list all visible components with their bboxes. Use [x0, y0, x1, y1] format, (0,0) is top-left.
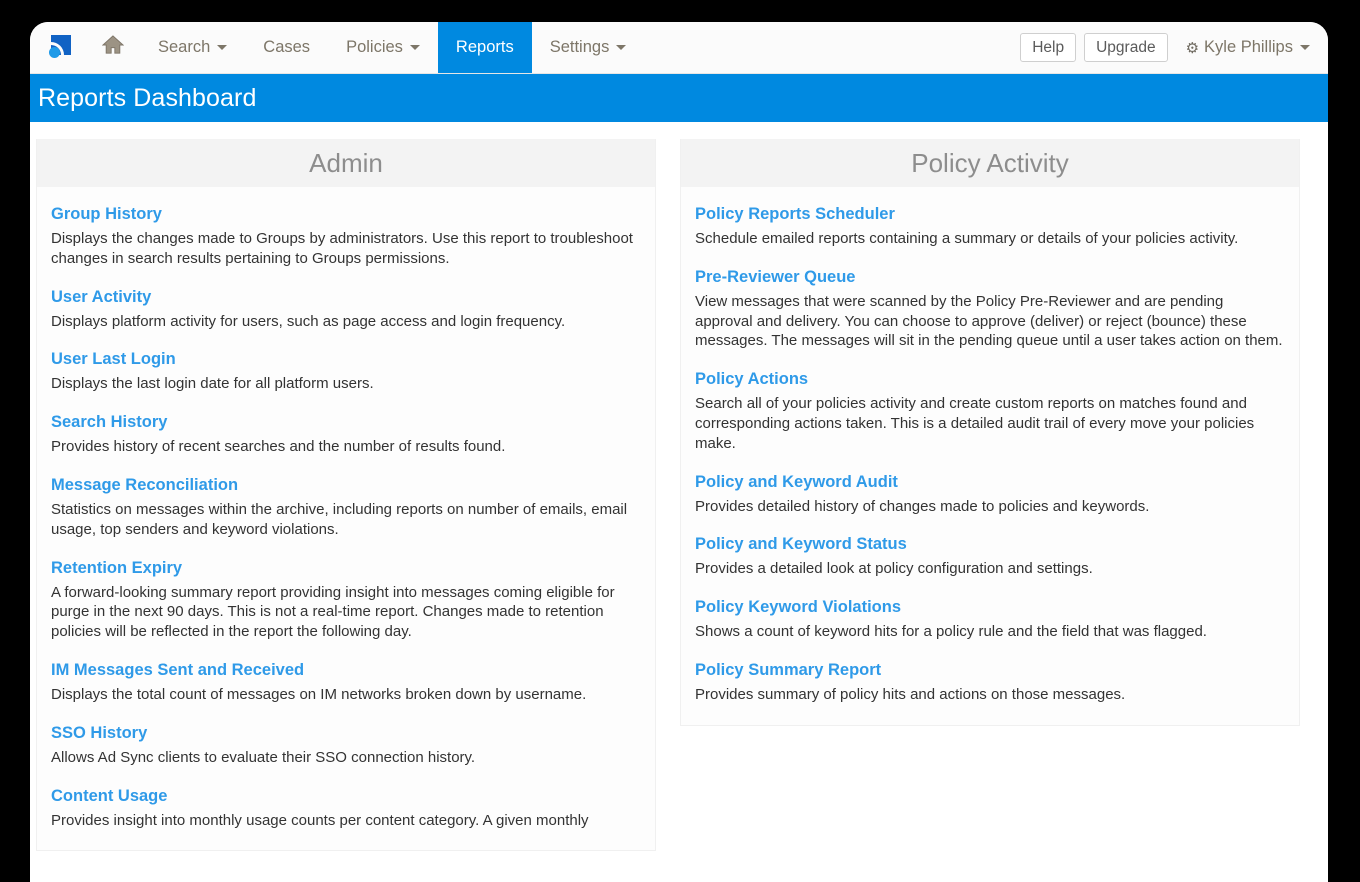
list-item: Policy and Keyword Audit Provides detail…: [695, 473, 1283, 517]
report-link-content-usage[interactable]: Content Usage: [51, 787, 639, 806]
report-description: Displays the total count of messages on …: [51, 685, 587, 703]
nav-home-button[interactable]: [86, 22, 140, 73]
user-menu[interactable]: ⚙ Kyle Phillips: [1186, 38, 1310, 57]
list-item: User Activity Displays platform activity…: [51, 288, 639, 332]
chevron-down-icon: [409, 45, 420, 50]
policy-activity-panel: Policy Activity Policy Reports Scheduler…: [680, 139, 1300, 726]
list-item: Policy Summary Report Provides summary o…: [695, 661, 1283, 705]
list-item: Group History Displays the changes made …: [51, 205, 639, 269]
report-link-policy-summary-report[interactable]: Policy Summary Report: [695, 661, 1283, 680]
report-description: Provides detailed history of changes mad…: [695, 497, 1150, 515]
page-banner: Reports Dashboard: [30, 74, 1328, 122]
list-item: Content Usage Provides insight into mont…: [51, 787, 639, 831]
list-item: Search History Provides history of recen…: [51, 413, 639, 457]
help-button[interactable]: Help: [1020, 32, 1077, 63]
nav-item-label: Settings: [549, 38, 610, 56]
signal-logo-icon: [44, 33, 74, 63]
home-icon: [101, 35, 125, 60]
report-description: Statistics on messages within the archiv…: [51, 500, 628, 538]
policy-activity-panel-heading: Policy Activity: [681, 139, 1299, 187]
nav-item-settings[interactable]: Settings: [532, 22, 645, 73]
report-link-pre-reviewer-queue[interactable]: Pre-Reviewer Queue: [695, 268, 1283, 287]
report-description: Displays the changes made to Groups by a…: [51, 230, 633, 267]
top-navbar: Search Cases Policies Reports Settings H…: [30, 22, 1328, 74]
nav-item-search[interactable]: Search: [140, 22, 245, 73]
report-link-group-history[interactable]: Group History: [51, 205, 639, 224]
list-item: SSO History Allows Ad Sync clients to ev…: [51, 724, 639, 768]
report-description: Provides history of recent searches and …: [51, 438, 506, 456]
list-item: User Last Login Displays the last login …: [51, 350, 639, 394]
admin-panel-body: Group History Displays the changes made …: [37, 187, 655, 850]
report-description: Search all of your policies activity and…: [695, 395, 1255, 452]
brand-logo[interactable]: [30, 22, 86, 73]
nav-item-label: Cases: [263, 38, 311, 56]
navbar-left-group: Search Cases Policies Reports Settings: [30, 22, 644, 73]
page-title: Reports Dashboard: [38, 83, 257, 112]
nav-item-cases[interactable]: Cases: [245, 22, 328, 73]
list-item: Retention Expiry A forward-looking summa…: [51, 559, 639, 642]
gear-icon: ⚙: [1185, 39, 1200, 57]
admin-panel: Admin Group History Displays the changes…: [36, 139, 656, 852]
report-description: Shows a count of keyword hits for a poli…: [695, 623, 1207, 641]
report-description: Schedule emailed reports containing a su…: [695, 230, 1239, 247]
panel-title: Admin: [309, 147, 383, 178]
admin-column: Admin Group History Displays the changes…: [36, 139, 656, 882]
admin-panel-heading: Admin: [37, 139, 655, 187]
panel-title: Policy Activity: [911, 147, 1069, 178]
report-link-sso-history[interactable]: SSO History: [51, 724, 639, 743]
report-description: View messages that were scanned by the P…: [695, 292, 1283, 350]
nav-item-reports[interactable]: Reports: [437, 22, 532, 73]
report-description: Provides insight into monthly usage coun…: [51, 811, 589, 829]
nav-item-label: Policies: [346, 38, 403, 56]
report-link-user-activity[interactable]: User Activity: [51, 288, 639, 307]
chevron-down-icon: [616, 45, 627, 50]
list-item: Policy Actions Search all of your polici…: [695, 370, 1283, 453]
report-description: Allows Ad Sync clients to evaluate their…: [51, 748, 476, 766]
report-description: Displays platform activity for users, su…: [51, 312, 566, 330]
list-item: Message Reconciliation Statistics on mes…: [51, 476, 639, 540]
list-item: Pre-Reviewer Queue View messages that we…: [695, 268, 1283, 351]
dashboard-content: Admin Group History Displays the changes…: [30, 122, 1328, 882]
report-description: Provides a detailed look at policy confi…: [695, 560, 1093, 578]
report-link-message-reconciliation[interactable]: Message Reconciliation: [51, 476, 639, 495]
nav-item-label: Search: [158, 38, 211, 56]
chevron-down-icon: [217, 45, 228, 50]
list-item: Policy and Keyword Status Provides a det…: [695, 535, 1283, 579]
policy-activity-panel-body: Policy Reports Scheduler Schedule emaile…: [681, 187, 1299, 725]
upgrade-button[interactable]: Upgrade: [1084, 32, 1168, 63]
report-link-policy-actions[interactable]: Policy Actions: [695, 370, 1283, 389]
navbar-right-group: Help Upgrade ⚙ Kyle Phillips: [1020, 22, 1328, 73]
chevron-down-icon: [1300, 45, 1310, 50]
report-description: Displays the last login date for all pla…: [51, 375, 374, 393]
report-link-policy-and-keyword-audit[interactable]: Policy and Keyword Audit: [695, 473, 1283, 492]
report-link-policy-reports-scheduler[interactable]: Policy Reports Scheduler: [695, 205, 1283, 224]
list-item: Policy Reports Scheduler Schedule emaile…: [695, 205, 1283, 249]
app-window: Search Cases Policies Reports Settings H…: [30, 22, 1328, 882]
nav-item-label: Reports: [455, 38, 514, 56]
list-item: IM Messages Sent and Received Displays t…: [51, 661, 639, 705]
report-link-policy-keyword-violations[interactable]: Policy Keyword Violations: [695, 598, 1283, 617]
user-name-label: Kyle Phillips: [1204, 38, 1293, 56]
nav-item-policies[interactable]: Policies: [328, 22, 438, 73]
report-description: A forward-looking summary report providi…: [51, 583, 615, 641]
report-link-user-last-login[interactable]: User Last Login: [51, 350, 639, 369]
report-link-policy-and-keyword-status[interactable]: Policy and Keyword Status: [695, 535, 1283, 554]
policy-activity-column: Policy Activity Policy Reports Scheduler…: [680, 139, 1300, 882]
report-link-im-messages-sent-and-received[interactable]: IM Messages Sent and Received: [51, 661, 639, 680]
report-description: Provides summary of policy hits and acti…: [695, 685, 1126, 703]
list-item: Policy Keyword Violations Shows a count …: [695, 598, 1283, 642]
report-link-retention-expiry[interactable]: Retention Expiry: [51, 559, 639, 578]
report-link-search-history[interactable]: Search History: [51, 413, 639, 432]
